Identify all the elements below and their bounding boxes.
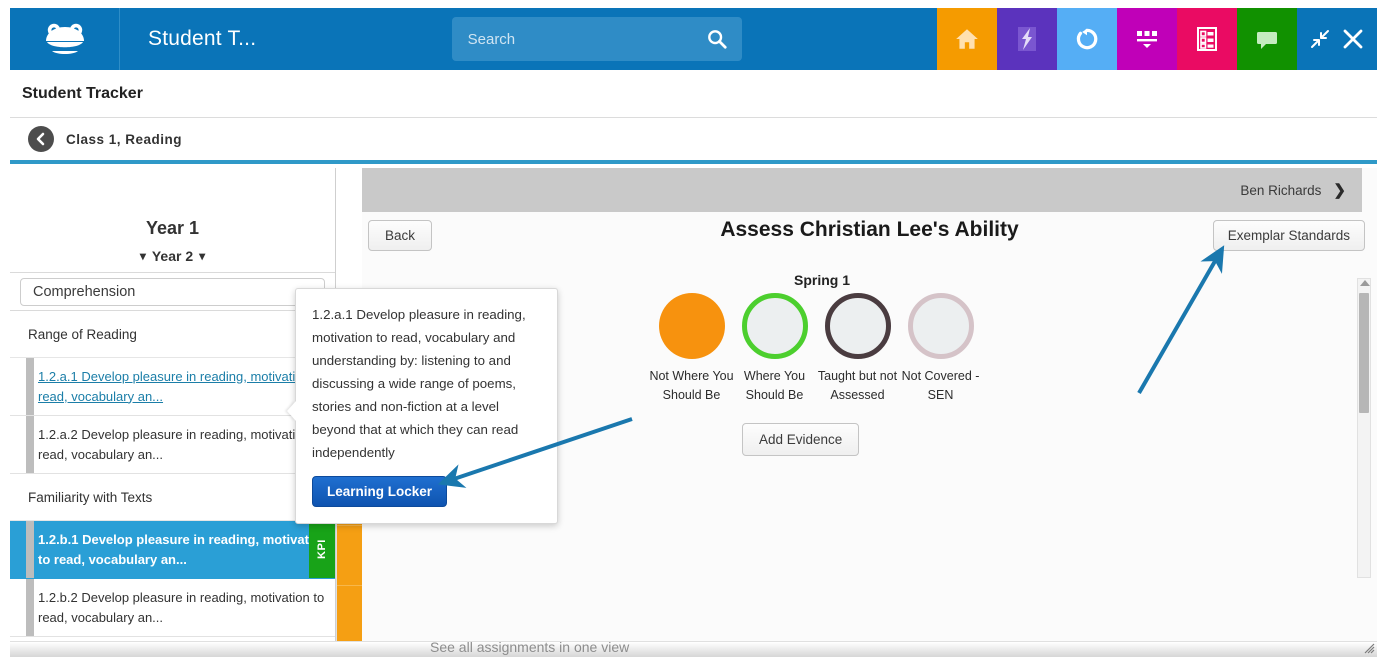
top-navigation-bar: Student T... Search [10, 8, 1377, 70]
group-label: Range of Reading [28, 326, 137, 342]
group-row-familiarity-with-texts[interactable]: Familiarity with Texts [10, 474, 335, 521]
popover-text: 1.2.a.1 Develop pleasure in reading, mot… [312, 307, 526, 460]
refresh-icon[interactable] [1057, 8, 1117, 70]
subject-row: Comprehension [10, 273, 335, 311]
page-header: Student Tracker [10, 70, 1377, 118]
back-chevron-glyph [36, 132, 45, 146]
subject-select[interactable]: Comprehension [20, 277, 325, 306]
student-name-label: Ben Richards [1240, 182, 1322, 198]
year-next-label: Year 2 [151, 248, 194, 264]
standard-row-1-2-b-2[interactable]: 1.2.b.2 Develop pleasure in reading, mot… [10, 579, 335, 637]
rating-circle[interactable] [741, 293, 808, 359]
chat-glyph [1257, 32, 1277, 49]
checklist-glyph [1197, 27, 1217, 51]
add-evidence-button[interactable]: Add Evidence [742, 423, 860, 456]
year-selector[interactable]: Year 1 ▾ Year 2 ▾ [10, 168, 335, 273]
lightning-glyph [1018, 27, 1036, 51]
app-window: Student T... Search Student Tracker Clas… [0, 0, 1387, 664]
window-controls [1297, 8, 1377, 70]
chat-icon[interactable] [1237, 8, 1297, 70]
minimize-icon[interactable] [1310, 29, 1330, 49]
rating-label: Not Covered - SEN [901, 369, 980, 402]
top-icon-strip [937, 8, 1377, 70]
search-placeholder: Search [467, 30, 516, 48]
app-title: Student T... [148, 27, 257, 50]
group-row-range-of-reading[interactable]: Range of Reading [10, 311, 335, 358]
standard-detail-popover: 1.2.a.1 Develop pleasure in reading, mot… [287, 288, 558, 524]
rating-label: Not Where You Should Be [649, 369, 734, 402]
progress-cell[interactable] [337, 526, 364, 586]
rating-option-not-covered-sen[interactable]: Not Covered - SEN [899, 293, 982, 405]
standard-row-1-2-b-1[interactable]: 1.2.b.1 Develop pleasure in reading, mot… [10, 521, 335, 579]
group-label: Familiarity with Texts [28, 489, 153, 505]
standard-label: 1.2.b.2 Develop pleasure in reading, mot… [38, 589, 325, 625]
standard-label: 1.2.b.1 Develop pleasure in reading, mot… [38, 531, 329, 567]
rating-option-where-you-should-be[interactable]: Where You Should Be [733, 293, 816, 405]
main-vertical-scrollbar[interactable] [1357, 278, 1371, 578]
chevron-down-icon-right: ▾ [199, 249, 206, 263]
frog-logo-icon[interactable] [10, 8, 120, 70]
rating-option-taught-but-not-assessed[interactable]: Taught but not Assessed [816, 293, 899, 405]
lightning-icon[interactable] [997, 8, 1057, 70]
breadcrumb: Class 1, Reading [10, 118, 1377, 164]
dashboard-icon[interactable] [1117, 8, 1177, 70]
search-input[interactable]: Search [451, 17, 742, 61]
rating-circle[interactable] [907, 293, 974, 359]
checklist-icon[interactable] [1177, 8, 1237, 70]
progress-cell[interactable] [337, 586, 364, 646]
subject-selected-label: Comprehension [33, 283, 136, 300]
row-rail [26, 416, 34, 473]
row-rail [26, 521, 34, 578]
back-chevron-icon[interactable] [28, 126, 54, 152]
year-current-label: Year 1 [145, 218, 200, 238]
breadcrumb-label: Class 1, Reading [66, 131, 183, 147]
footer-hint-bar: See all assignments in one view [10, 641, 1377, 657]
scroll-up-arrow-icon[interactable] [1360, 280, 1370, 286]
scrollbar-thumb[interactable] [1359, 293, 1369, 413]
kpi-badge: KPI [309, 521, 335, 578]
chevron-right-icon[interactable]: ❯ [1333, 181, 1346, 199]
rating-label: Taught but not Assessed [817, 369, 898, 402]
refresh-glyph [1076, 28, 1098, 50]
popover-tail [287, 401, 296, 421]
home-glyph [956, 29, 978, 49]
standard-row-1-2-a-2[interactable]: 1.2.a.2 Develop pleasure in reading, mot… [10, 416, 335, 474]
dashboard-glyph [1137, 31, 1157, 48]
page-title: Student Tracker [22, 84, 143, 102]
rating-options: Not Where You Should Be Where You Should… [649, 293, 982, 405]
row-rail [26, 579, 34, 636]
row-rail [26, 358, 34, 415]
rating-circle[interactable] [824, 293, 891, 359]
rating-label: Where You Should Be [743, 369, 806, 402]
home-icon[interactable] [937, 8, 997, 70]
learning-locker-button[interactable]: Learning Locker [312, 476, 448, 507]
chevron-down-icon-left: ▾ [139, 249, 146, 263]
close-icon[interactable] [1342, 28, 1364, 50]
year-next-selector[interactable]: ▾ Year 2 ▾ [140, 248, 205, 264]
resize-grip-icon[interactable] [1363, 642, 1375, 654]
search-area: Search [256, 8, 937, 70]
term-label: Spring 1 [793, 272, 850, 288]
search-icon [707, 30, 727, 49]
rating-circle[interactable] [658, 293, 725, 359]
standard-label: 1.2.a.2 Develop pleasure in reading, mot… [38, 426, 325, 462]
rating-option-not-where-you-should-be[interactable]: Not Where You Should Be [649, 293, 734, 405]
frog-logo-glyph [45, 23, 84, 54]
footer-hint-label: See all assignments in one view [430, 641, 630, 655]
assess-title: Assess Christian Lee's Ability [720, 218, 1019, 241]
student-selector-bar[interactable]: Ben Richards ❯ [362, 168, 1362, 212]
